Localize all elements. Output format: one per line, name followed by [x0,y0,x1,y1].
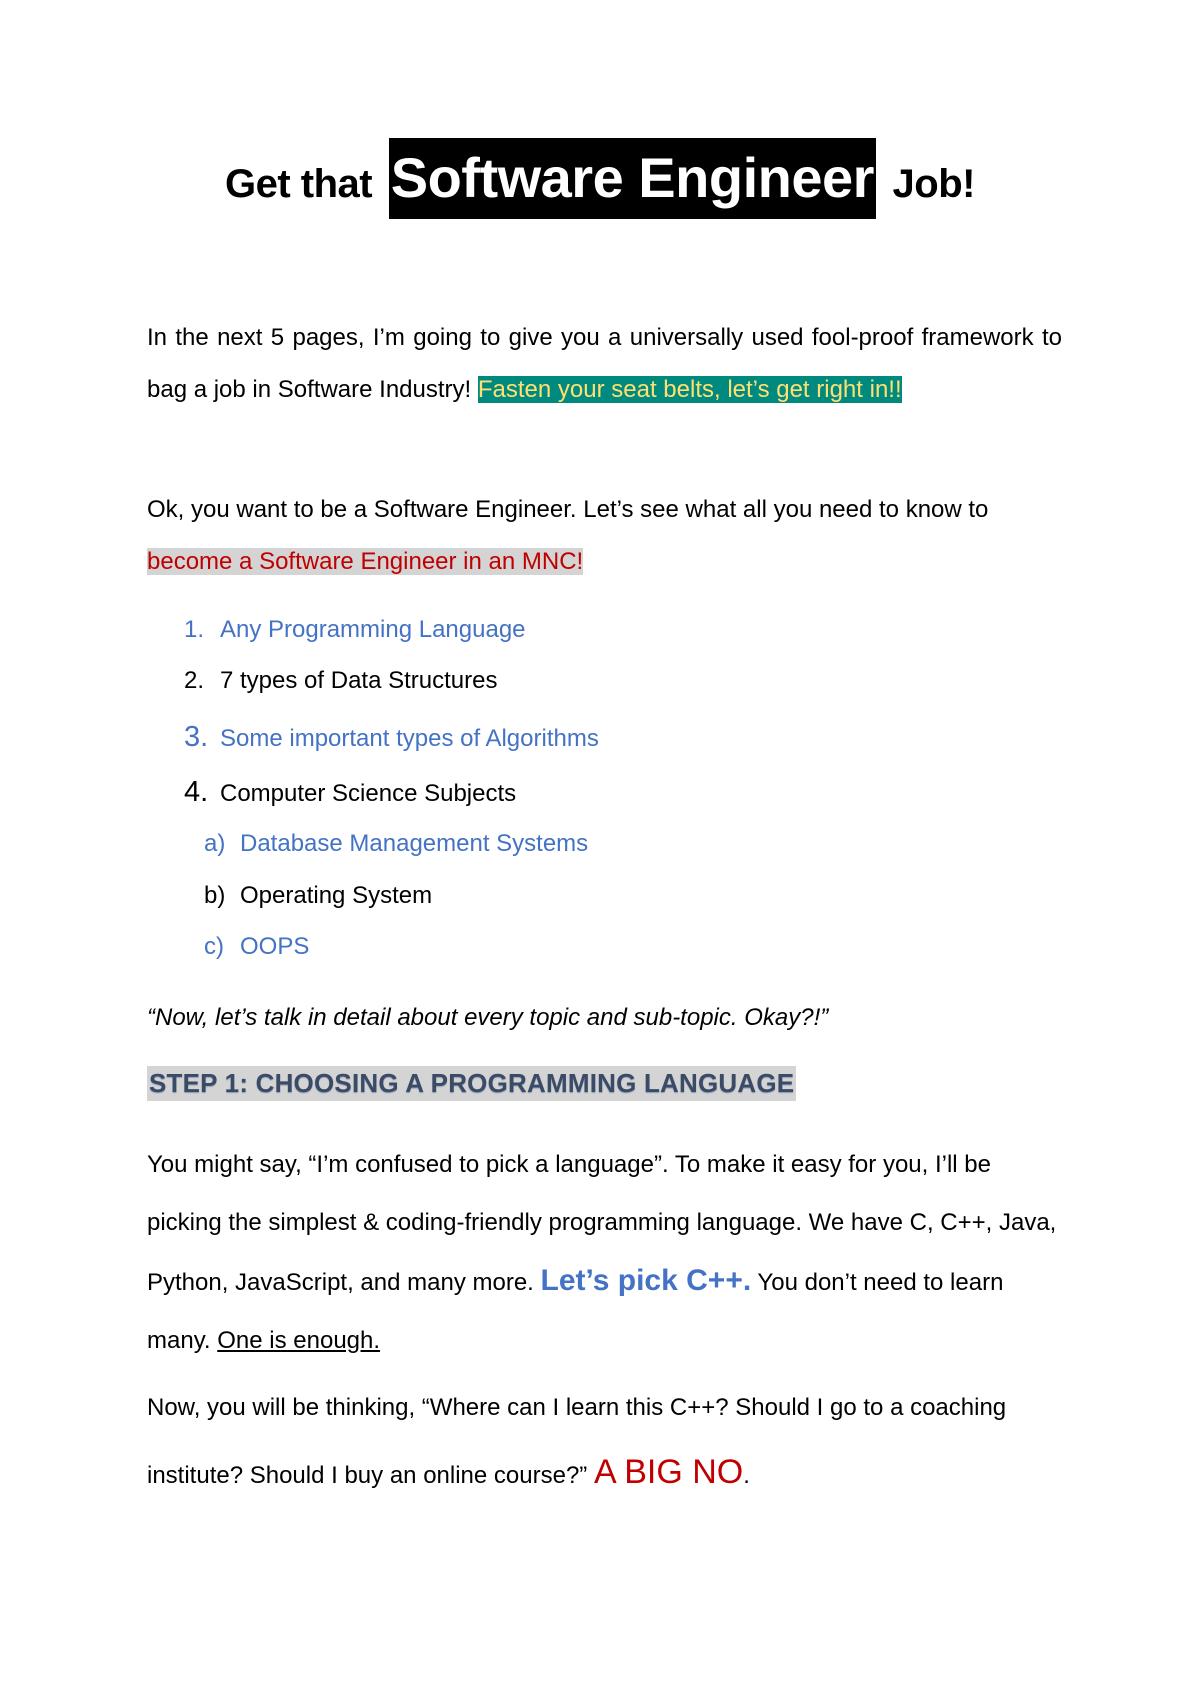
cpp-pick: Let’s pick C++. [540,1264,752,1297]
need-text: Ok, you want to be a Software Engineer. … [147,496,989,523]
title-highlight: Software Engineer [388,138,876,219]
list-item: 1. Any Programming Language [184,616,526,643]
intro-paragraph: In the next 5 pages, I’m going to give y… [147,312,1062,416]
title-suffix: Job! [892,162,976,206]
sublist-item: b) Operating System [204,882,433,909]
list-item: 3. Some important types of Algorithms [184,721,599,753]
list-item: 2. 7 types of Data Structures [184,667,498,694]
step1-heading: STEP 1: CHOOSING A PROGRAMMING LANGUAGE [147,1066,797,1101]
page-title: Get that Software Engineer Job! [0,138,1200,219]
big-no: A BIG NO [593,1453,744,1491]
quote: “Now, let’s talk in detail about every t… [147,1004,829,1031]
one-is-enough: One is enough. [217,1327,381,1354]
need-highlight: become a Software Engineer in an MNC! [147,548,584,575]
document-page: Get that Software Engineer Job! In the n… [0,0,1200,1697]
step1-paragraph-2: Now, you will be thinking, “Where can I … [147,1394,1007,1491]
step1-paragraph: You might say, “I’m confused to pick a l… [147,1151,1057,1354]
title-prefix: Get that [225,162,373,206]
sublist-item: a) Database Management Systems [204,830,589,857]
intro-highlight: Fasten your seat belts, let’s get right … [477,376,902,403]
sublist-item: c) OOPS [204,933,310,960]
need-paragraph: Ok, you want to be a Software Engineer. … [147,484,1062,588]
list-item: 4. Computer Science Subjects [184,776,517,808]
